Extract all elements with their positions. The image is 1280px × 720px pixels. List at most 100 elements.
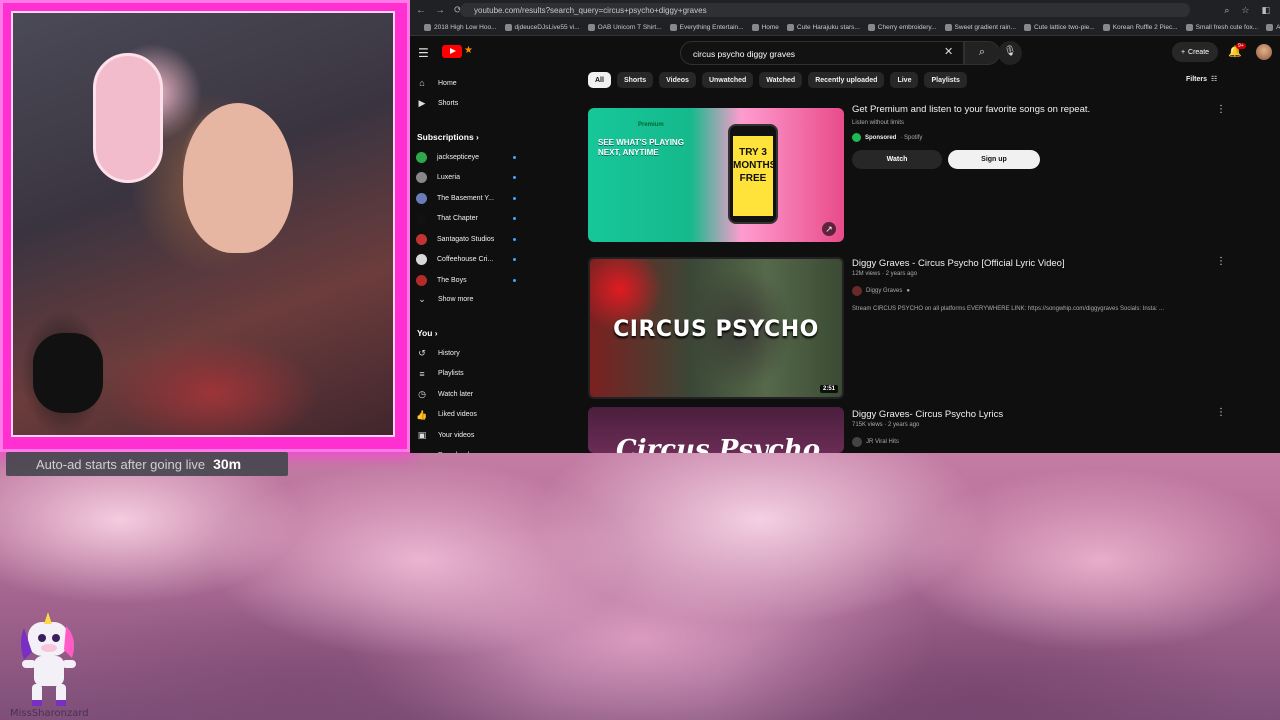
youtube-logo[interactable]	[442, 45, 462, 58]
like-icon: 👍	[416, 409, 428, 420]
you-label: You	[417, 328, 433, 338]
bookmark-item[interactable]: Cherry embroidery...	[867, 24, 937, 31]
spotify-icon	[852, 133, 861, 142]
thumbnail-text: Circus Psycho	[616, 435, 821, 453]
sidebar-channel[interactable]: Santagato Studios	[416, 232, 520, 246]
filter-chip[interactable]: All	[588, 72, 611, 88]
headphones	[93, 53, 163, 183]
channel-link[interactable]: JR Viral Hits	[852, 437, 899, 447]
filter-chip[interactable]: Playlists	[924, 72, 967, 88]
filter-chips: All Shorts Videos Unwatched Watched Recently …	[588, 72, 967, 88]
filter-chip[interactable]: Watched	[759, 72, 803, 88]
bookmark-favicon-icon	[1102, 24, 1110, 31]
more-options-icon[interactable]: ⋮	[1216, 256, 1226, 267]
filter-chip[interactable]: Recently uploaded	[808, 72, 885, 88]
sidebar-item-home[interactable]: ⌂ Home	[416, 76, 520, 90]
forward-icon[interactable]: →	[435, 5, 445, 16]
channel-avatar	[852, 437, 862, 447]
sidebar-channel[interactable]: The Basement Y...	[416, 191, 520, 205]
url-field[interactable]: youtube.com/results?search_query=circus+…	[460, 3, 1190, 17]
download-icon: ⤓	[416, 450, 428, 454]
filter-chip[interactable]: Videos	[659, 72, 696, 88]
sidebar-channel[interactable]: That Chapter	[416, 212, 520, 226]
ad-signup-button[interactable]: Sign up	[948, 150, 1040, 169]
bookmark-item[interactable]: Small fresh cute fox...	[1185, 24, 1258, 31]
zoom-icon[interactable]: ⌕	[1224, 5, 1229, 16]
new-content-dot	[513, 258, 516, 261]
sidebar-you-item[interactable]: ↺ History	[416, 346, 520, 360]
filter-chip[interactable]: Shorts	[616, 72, 654, 88]
star-icon[interactable]: ☆	[1241, 5, 1249, 16]
microphone	[33, 333, 103, 413]
bookmark-item[interactable]: Home	[751, 24, 779, 31]
external-link-icon[interactable]: ↗	[822, 222, 836, 236]
account-avatar[interactable]	[1256, 44, 1272, 60]
bookmark-favicon-icon	[786, 24, 794, 31]
video-title[interactable]: Diggy Graves- Circus Psycho Lyrics	[852, 409, 1003, 420]
watch-later-icon: ◷	[418, 389, 426, 399]
channel-avatar	[416, 192, 427, 204]
bookmark-label: Everything Entertain...	[679, 24, 744, 31]
logo-doodle-icon: ★	[464, 45, 473, 56]
search-button[interactable]: ⌕	[964, 41, 1000, 65]
bookmark-label: Cute Harajuku stars...	[796, 24, 860, 31]
subscriptions-heading[interactable]: Subscriptions ›	[417, 132, 479, 142]
sidebar-channel[interactable]: Luxeria	[416, 171, 520, 185]
new-content-dot	[513, 155, 516, 159]
bookmark-item[interactable]: All Bookm	[1266, 24, 1280, 31]
sidebar-show-more[interactable]: ⌄ Show more	[416, 292, 520, 306]
bookmark-item[interactable]: Sweet gradient rain...	[944, 24, 1016, 31]
your-videos-icon: ▣	[417, 430, 427, 440]
filters-button[interactable]: Filters ☷	[1186, 75, 1217, 84]
ad-phone-graphic: TRY 3 MONTHS FREE	[728, 124, 778, 224]
sidebar-you-item[interactable]: ◷ Watch later	[416, 387, 520, 401]
new-content-dot	[513, 278, 516, 282]
sidebar-channel[interactable]: Coffeehouse Cri...	[416, 253, 520, 267]
sidebar-you-item[interactable]: ≡ Playlists	[416, 367, 520, 381]
sidebar-you-item[interactable]: ⤓ Downloads	[416, 449, 520, 454]
bookmark-item[interactable]: 2018 High Low Hoo...	[424, 24, 497, 31]
bookmark-item[interactable]: djdeuceDJsLive55 vi...	[504, 24, 580, 31]
ad-thumbnail[interactable]: Premium SEE WHAT'S PLAYING NEXT, ANYTIME…	[588, 108, 844, 242]
video-title[interactable]: Diggy Graves - Circus Psycho [Official L…	[852, 258, 1065, 269]
create-button[interactable]: + Create	[1172, 42, 1218, 62]
channel-name: Diggy Graves	[866, 288, 903, 294]
search-input[interactable]: circus psycho diggy graves	[680, 41, 964, 65]
channel-avatar	[416, 233, 427, 245]
extensions-icon[interactable]: ◧	[1261, 5, 1270, 16]
sidebar-you-item[interactable]: ▣ Your videos	[416, 428, 520, 442]
ad-title[interactable]: Get Premium and listen to your favorite …	[852, 104, 1090, 115]
back-icon[interactable]: ←	[416, 5, 426, 16]
clear-search-icon[interactable]: ✕	[944, 45, 953, 58]
video-thumbnail[interactable]: Circus Psycho	[588, 407, 844, 453]
bookmark-item[interactable]: Everything Entertain...	[669, 24, 744, 31]
home-icon: ⌂	[419, 78, 425, 88]
youtube-header: ☰ ★ circus psycho diggy graves ✕ ⌕ 🎙 + C…	[410, 37, 1280, 69]
filter-chip[interactable]: Unwatched	[701, 72, 754, 88]
ad-watch-button[interactable]: Watch	[852, 150, 942, 169]
bookmark-item[interactable]: Cute Harajuku stars...	[786, 24, 860, 31]
you-heading[interactable]: You ›	[417, 328, 438, 338]
bookmark-item[interactable]: Cute lattice two-pie...	[1023, 24, 1095, 31]
ad-offer: TRY 3 MONTHS FREE	[733, 136, 776, 216]
sidebar-item-label: The Boys	[437, 276, 467, 284]
bookmark-label: Sweet gradient rain...	[954, 24, 1016, 31]
new-content-dot	[513, 196, 516, 200]
bookmark-item[interactable]: Korean Ruffle 2 Piec...	[1102, 24, 1178, 31]
channel-link[interactable]: Diggy Graves ●	[852, 286, 910, 296]
filter-chip[interactable]: Live	[890, 72, 919, 88]
sidebar-channel[interactable]: jacksepticeye	[416, 150, 520, 164]
sidebar-you-item[interactable]: 👍 Liked videos	[416, 408, 520, 422]
sidebar-item-shorts[interactable]: ▶ Shorts	[416, 96, 520, 110]
bookmark-label: djdeuceDJsLive55 vi...	[514, 24, 580, 31]
menu-icon[interactable]: ☰	[418, 46, 430, 60]
video-thumbnail[interactable]: CIRCUS PSYCHO 2:51	[588, 257, 844, 399]
bookmark-label: Korean Ruffle 2 Piec...	[1112, 24, 1178, 31]
voice-search-button[interactable]: 🎙	[998, 41, 1022, 65]
channel-avatar	[416, 254, 427, 265]
bookmark-item[interactable]: OAB Unicorn T Shirt...	[587, 24, 662, 31]
sidebar-channel[interactable]: The Boys	[416, 273, 520, 287]
more-options-icon[interactable]: ⋮	[1216, 104, 1226, 115]
more-options-icon[interactable]: ⋮	[1216, 407, 1226, 418]
bookmark-favicon-icon	[1266, 24, 1274, 31]
